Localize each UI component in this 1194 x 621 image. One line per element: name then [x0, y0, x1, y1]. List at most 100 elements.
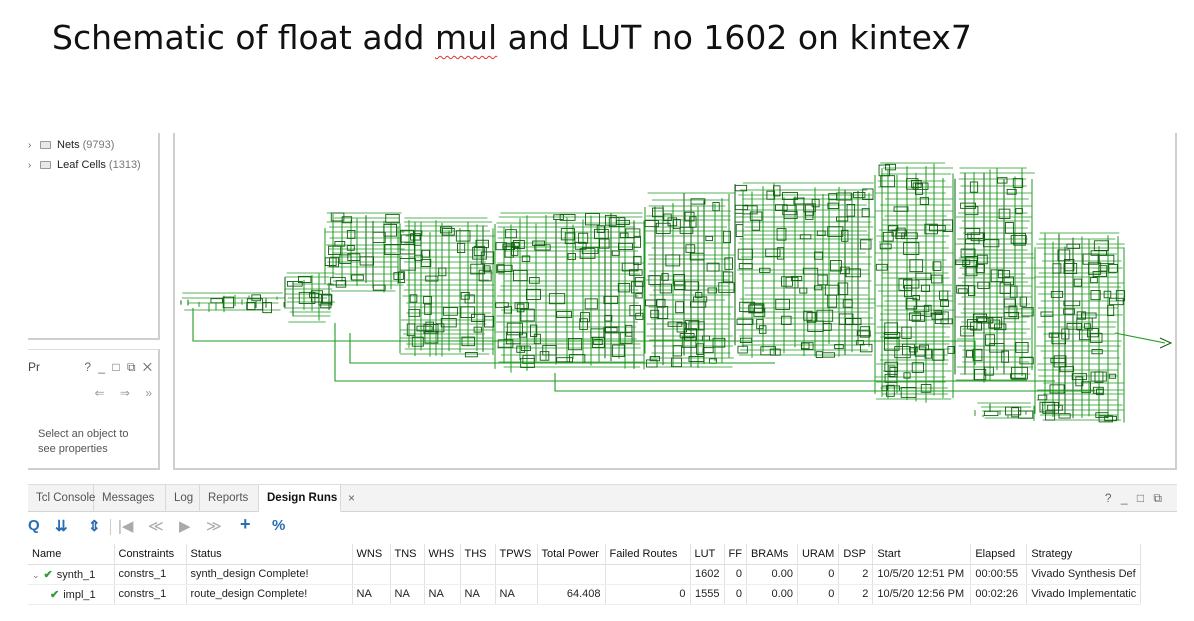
col-whs[interactable]: WHS	[424, 544, 461, 565]
tree-item-count: (1313)	[108, 159, 141, 171]
cell-lut: 1602	[690, 564, 725, 585]
cell-start: 10/5/20 12:56 PM	[872, 584, 972, 605]
cell-elapsed: 00:02:26	[970, 584, 1028, 605]
runs-toolbar: Q ⇊ ⇕ |◀ ≪ ▶ ≫ + %	[28, 514, 1177, 540]
col-ths[interactable]: THS	[460, 544, 496, 565]
cell-strategy: Vivado Implementatic	[1026, 584, 1142, 605]
expand-all-icon[interactable]: ⇕	[88, 517, 101, 535]
schematic-drawing	[180, 162, 1173, 423]
cell-tpws	[495, 564, 538, 585]
col-elapsed[interactable]: Elapsed	[970, 544, 1028, 565]
netlist-tree-panel: › Nets (9793) › Leaf Cells (1313)	[28, 133, 160, 340]
col-name[interactable]: Name	[28, 544, 115, 565]
close-tab-icon[interactable]: ×	[348, 491, 355, 505]
cell-dsp: 2	[838, 584, 874, 605]
col-tpws[interactable]: TPWS	[495, 544, 538, 565]
cell-brams: 0.00	[746, 584, 798, 605]
percent-icon[interactable]: %	[272, 517, 285, 534]
more-icon[interactable]: »	[145, 386, 152, 400]
forward-arrow-icon[interactable]: ⇒	[120, 386, 130, 400]
col-uram[interactable]: URAM	[797, 544, 840, 565]
tab-reports[interactable]: Reports	[200, 485, 259, 512]
check-icon: ✔	[50, 588, 60, 601]
previous-icon[interactable]: ≪	[148, 517, 164, 535]
cell-strategy: Vivado Synthesis Def	[1026, 564, 1142, 585]
cell-constraints: constrs_1	[114, 584, 187, 605]
col-dsp[interactable]: DSP	[838, 544, 874, 565]
folder-icon	[40, 141, 51, 149]
chevron-down-icon[interactable]: ⌄	[32, 570, 40, 580]
table-row[interactable]: ⌄ ✔ synth_1 constrs_1 synth_design Complet…	[28, 564, 1142, 585]
properties-header: Pr ? _ □ ⧉ ✕	[28, 360, 160, 378]
col-start[interactable]: Start	[872, 544, 972, 565]
tree-item-nets[interactable]: › Nets (9793)	[28, 137, 114, 153]
col-lut[interactable]: LUT	[690, 544, 725, 565]
cell-tns	[390, 564, 425, 585]
cell-ff: 0	[724, 564, 747, 585]
cell-constraints: constrs_1	[114, 564, 187, 585]
title-text-end: and LUT no 1602 on kintex7	[497, 18, 972, 57]
folder-icon	[40, 161, 51, 169]
tree-item-label: Nets	[57, 139, 80, 151]
chevron-right-icon[interactable]: ›	[28, 140, 38, 151]
cell-name: ✔ impl_1	[28, 584, 115, 605]
col-tns[interactable]: TNS	[390, 544, 425, 565]
cell-whs	[424, 564, 461, 585]
cell-ths: NA	[460, 584, 496, 605]
properties-title: Pr	[28, 360, 40, 374]
col-wns[interactable]: WNS	[352, 544, 391, 565]
tab-log[interactable]: Log	[166, 485, 200, 512]
table-row[interactable]: ✔ impl_1 constrs_1 route_design Complete!…	[28, 584, 1142, 605]
title-text-start: Schematic of float add	[52, 18, 435, 57]
tree-item-label: Leaf Cells	[57, 159, 106, 171]
first-icon[interactable]: |◀	[118, 517, 133, 535]
cell-ths	[460, 564, 496, 585]
design-runs-panel: Tcl Console Messages Log Reports Design …	[28, 484, 1177, 621]
cell-dsp: 2	[838, 564, 874, 585]
schematic-canvas[interactable]	[173, 133, 1177, 470]
properties-panel: Pr ? _ □ ⧉ ✕ ⇐ ⇒ » Select an object to s…	[28, 349, 160, 470]
title-text-squiggle: mul	[434, 18, 498, 57]
cell-status: route_design Complete!	[186, 584, 353, 605]
cell-status: synth_design Complete!	[186, 564, 353, 585]
window-controls[interactable]: ? _ □ ⧉ ✕	[84, 360, 154, 375]
tab-messages[interactable]: Messages	[94, 485, 166, 512]
cell-failed-routes	[605, 564, 691, 585]
tab-design-runs[interactable]: Design Runs	[259, 485, 341, 512]
search-icon[interactable]: Q	[28, 517, 40, 534]
cell-start: 10/5/20 12:51 PM	[872, 564, 972, 585]
cell-name: ⌄ ✔ synth_1	[28, 564, 115, 585]
cell-uram: 0	[797, 564, 840, 585]
back-arrow-icon[interactable]: ⇐	[95, 386, 105, 400]
col-strategy[interactable]: Strategy	[1026, 544, 1142, 565]
col-brams[interactable]: BRAMs	[746, 544, 798, 565]
tab-tcl-console[interactable]: Tcl Console	[28, 485, 95, 512]
cell-whs: NA	[424, 584, 461, 605]
cell-total-power: 64.408	[537, 584, 606, 605]
tab-bar: Tcl Console Messages Log Reports Design …	[28, 485, 1177, 512]
cell-tpws: NA	[495, 584, 538, 605]
cell-lut: 1555	[690, 584, 725, 605]
cell-uram: 0	[797, 584, 840, 605]
next-icon[interactable]: ≫	[206, 517, 222, 535]
cell-total-power	[537, 564, 606, 585]
tree-item-count: (9793)	[82, 139, 115, 151]
add-run-icon[interactable]: +	[240, 514, 251, 535]
launch-run-icon[interactable]: ▶	[179, 517, 191, 535]
cell-elapsed: 00:00:55	[970, 564, 1028, 585]
properties-nav: ⇐ ⇒ »	[83, 386, 153, 400]
window-controls[interactable]: ? _ □ ⧉	[1105, 491, 1165, 506]
collapse-all-icon[interactable]: ⇊	[55, 517, 68, 535]
col-constraints[interactable]: Constraints	[114, 544, 187, 565]
chevron-right-icon[interactable]: ›	[28, 160, 38, 171]
col-status[interactable]: Status	[186, 544, 353, 565]
table-header-row: Name Constraints Status WNS TNS WHS THS …	[28, 544, 1142, 565]
col-failed-routes[interactable]: Failed Routes	[605, 544, 691, 565]
col-total-power[interactable]: Total Power	[537, 544, 606, 565]
col-ff[interactable]: FF	[724, 544, 747, 565]
cell-wns	[352, 564, 391, 585]
tree-item-leaf-cells[interactable]: › Leaf Cells (1313)	[28, 157, 141, 173]
cell-brams: 0.00	[746, 564, 798, 585]
cell-ff: 0	[724, 584, 747, 605]
properties-empty-message: Select an object to see properties	[38, 428, 129, 455]
